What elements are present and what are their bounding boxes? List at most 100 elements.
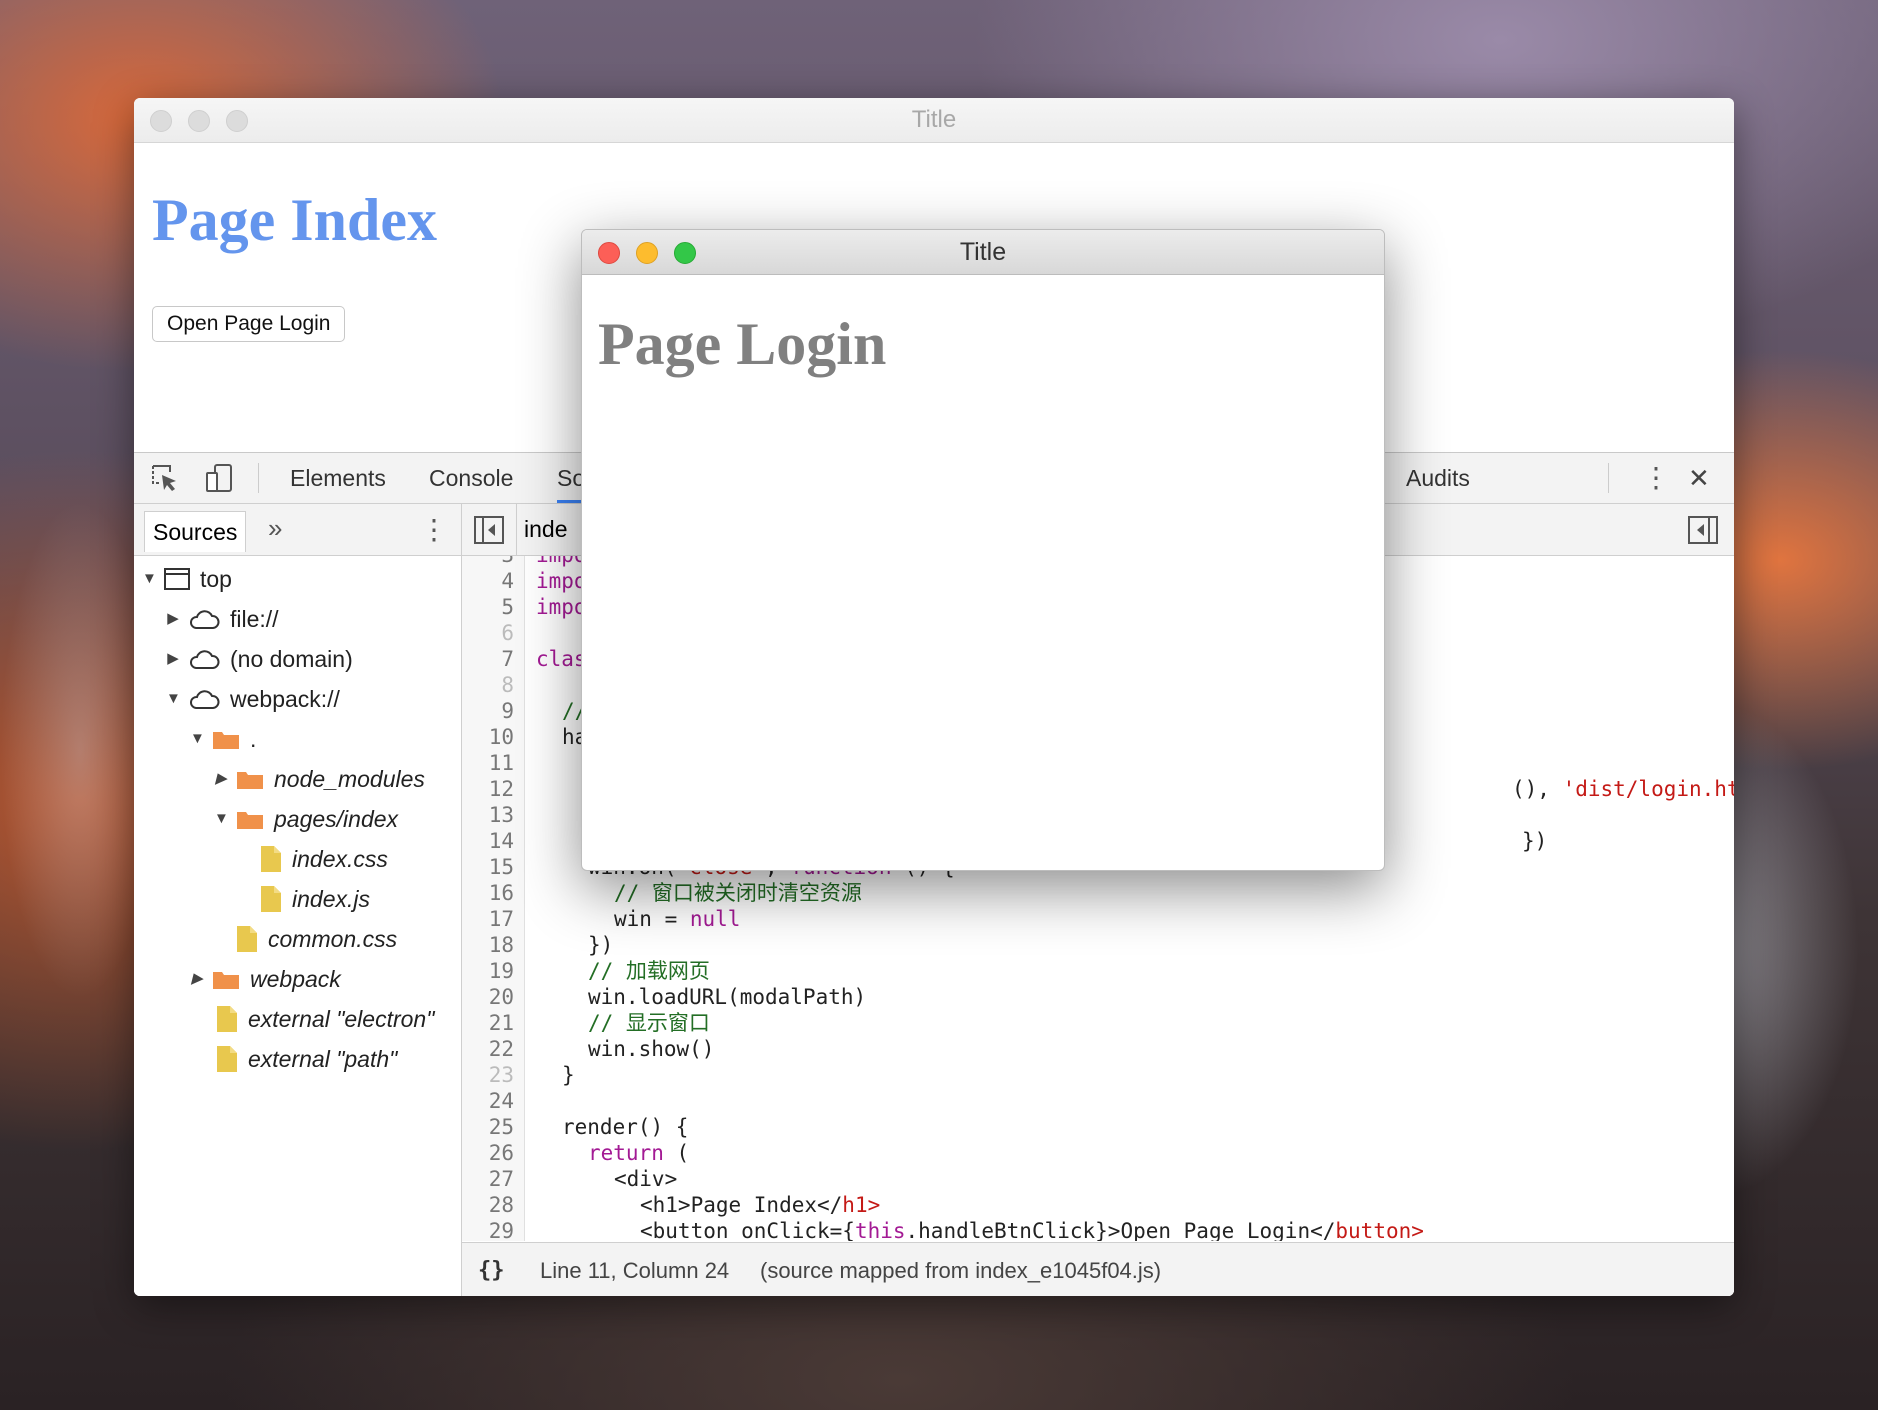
line-number[interactable]: 12 [464, 776, 514, 802]
code-token-tag: button [1335, 1219, 1412, 1241]
code-line: impo [536, 556, 587, 568]
line-number[interactable]: 22 [464, 1036, 514, 1062]
close-window-button[interactable] [598, 242, 620, 264]
collapsed-arrow-icon: ▶ [167, 650, 179, 667]
tree-item-webpack-folder[interactable]: ▶ webpack [190, 962, 341, 996]
navigator-tab-sources[interactable]: Sources [144, 511, 247, 552]
page-login-heading: Page Login [598, 311, 887, 377]
code-token: win = [614, 907, 690, 931]
toggle-navigator-icon[interactable] [474, 516, 504, 544]
login-window-titlebar[interactable]: Title [582, 230, 1384, 275]
tree-item-node-modules[interactable]: ▶ node_modules [214, 762, 425, 796]
line-number[interactable]: 18 [464, 932, 514, 958]
line-number[interactable]: 29 [464, 1218, 514, 1241]
collapsed-arrow-icon: ▶ [215, 770, 227, 787]
code-token-keyword: return [588, 1141, 664, 1165]
tab-elements[interactable]: Elements [290, 453, 386, 503]
expanded-arrow-icon: ▼ [142, 570, 157, 587]
code-line: return ( [588, 1140, 689, 1166]
tree-item-webpack-root[interactable]: ▼ webpack:// [166, 682, 340, 716]
line-number[interactable]: 7 [464, 646, 514, 672]
tab-console[interactable]: Console [429, 453, 513, 503]
tree-item-external-path[interactable]: external "path" [216, 1042, 397, 1076]
more-tabs-icon[interactable]: » [268, 504, 282, 552]
tree-item-label: top [200, 566, 232, 592]
line-number[interactable]: 16 [464, 880, 514, 906]
open-page-login-button[interactable]: Open Page Login [152, 306, 346, 342]
tree-item-pages-index[interactable]: ▼ pages/index [214, 802, 398, 836]
close-devtools-icon[interactable]: ✕ [1688, 453, 1710, 503]
code-line: win = null [614, 906, 740, 932]
line-number[interactable]: 17 [464, 906, 514, 932]
tree-item-no-domain[interactable]: ▶ (no domain) [166, 642, 353, 676]
expanded-arrow-icon: ▼ [166, 690, 181, 707]
tree-item-common-css[interactable]: common.css [236, 922, 397, 956]
tree-item-index-css[interactable]: index.css [260, 842, 388, 876]
zoom-window-button[interactable] [674, 242, 696, 264]
line-number[interactable]: 3 [464, 556, 514, 568]
code-token-keyword: null [689, 907, 741, 931]
code-line: }) [588, 933, 614, 957]
code-token-tag: h1 [842, 1193, 868, 1217]
tree-item-external-electron[interactable]: external "electron" [216, 1002, 434, 1036]
line-number[interactable]: 21 [464, 1010, 514, 1036]
line-number[interactable]: 25 [464, 1114, 514, 1140]
line-number[interactable]: 8 [464, 672, 514, 698]
source-map-info[interactable]: (source mapped from index_e1045f04.js) [760, 1243, 1161, 1296]
tree-item-top[interactable]: ▼ top [142, 562, 232, 596]
line-number[interactable]: 15 [464, 854, 514, 880]
line-number[interactable]: 6 [464, 620, 514, 646]
file-icon [237, 926, 257, 952]
inspect-element-icon[interactable] [150, 463, 180, 493]
line-number[interactable]: 11 [464, 750, 514, 776]
code-line: } [562, 1063, 575, 1087]
code-token: > [867, 1193, 881, 1217]
code-line: (), 'dist/login.html'); [1512, 776, 1734, 802]
page-index-heading: Page Index [152, 187, 437, 253]
line-number[interactable]: 10 [464, 724, 514, 750]
tree-item-index-js[interactable]: index.js [260, 882, 370, 916]
cloud-icon [190, 650, 220, 669]
tree-item-file[interactable]: ▶ file:// [166, 602, 278, 636]
device-toolbar-icon[interactable] [204, 463, 234, 493]
code-token: <button onClick={ [640, 1219, 855, 1241]
collapsed-arrow-icon: ▶ [191, 970, 203, 987]
window-controls [150, 110, 248, 132]
tree-item-label: common.css [268, 926, 398, 952]
main-window-titlebar[interactable]: Title [134, 98, 1734, 143]
editor-tab-index-js[interactable]: inde [524, 504, 567, 555]
line-number[interactable]: 28 [464, 1192, 514, 1218]
close-window-button[interactable] [150, 110, 172, 132]
tree-item-label: external "electron" [248, 1006, 435, 1032]
line-number[interactable]: 4 [464, 568, 514, 594]
folder-icon [213, 972, 239, 989]
sources-navigator: Sources » ⋮ ▼ top ▶ file:// ▶ (no domain… [134, 504, 462, 1296]
folder-icon [237, 772, 263, 789]
line-number[interactable]: 19 [464, 958, 514, 984]
pretty-print-icon[interactable]: {} [478, 1243, 505, 1296]
navigator-menu-icon[interactable]: ⋮ [420, 504, 448, 555]
line-number[interactable]: 5 [464, 594, 514, 620]
code-line: // 窗口被关闭时清空资源 [614, 881, 862, 905]
tab-divider [516, 504, 517, 555]
tree-item-dot-folder[interactable]: ▼ . [190, 722, 256, 756]
minimize-window-button[interactable] [636, 242, 658, 264]
code-token: (), [1512, 777, 1563, 801]
line-number[interactable]: 27 [464, 1166, 514, 1192]
line-number-gutter: 3 4 5 6 7 8 9 10 11 12 13 14 15 16 17 18 [462, 556, 525, 1241]
tree-item-label: index.js [292, 886, 370, 912]
tab-audits[interactable]: Audits [1406, 453, 1470, 503]
zoom-window-button[interactable] [226, 110, 248, 132]
line-number[interactable]: 20 [464, 984, 514, 1010]
line-number[interactable]: 9 [464, 698, 514, 724]
line-number[interactable]: 26 [464, 1140, 514, 1166]
line-number[interactable]: 14 [464, 828, 514, 854]
minimize-window-button[interactable] [188, 110, 210, 132]
line-number[interactable]: 23 [464, 1062, 514, 1088]
line-number[interactable]: 24 [464, 1088, 514, 1114]
line-number[interactable]: 13 [464, 802, 514, 828]
expanded-arrow-icon: ▼ [214, 810, 229, 827]
toggle-debugger-icon[interactable] [1688, 516, 1718, 544]
code-line: // 显示窗口 [588, 1011, 710, 1035]
devtools-menu-icon[interactable]: ⋮ [1642, 453, 1670, 503]
